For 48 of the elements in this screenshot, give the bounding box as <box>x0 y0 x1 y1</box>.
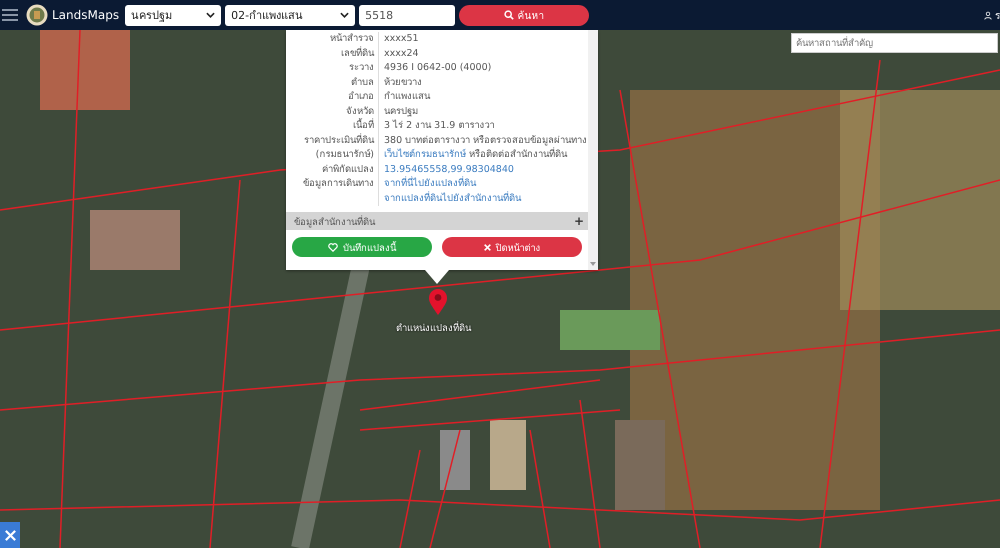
field-value: หรือติดต่อสำนักงานที่ดิน <box>469 148 567 162</box>
field-value: 380 บาทต่อตารางวา หรือตรวจสอบข้อมูลผ่านทาง <box>384 134 588 147</box>
field-label: หน้าสำรวจ <box>286 32 379 46</box>
scroll-down-arrow-icon <box>590 262 596 266</box>
land-office-section-header[interactable]: ข้อมูลสำนักงานที่ดิน + <box>286 212 588 230</box>
close-icon <box>484 244 490 250</box>
place-search-field[interactable]: ค้นหาสถานที่สำคัญ <box>791 33 998 53</box>
seal-logo-icon <box>26 4 48 26</box>
info-link[interactable]: จากแปลงที่ดินไปยังสำนักงานที่ดิน <box>384 192 521 206</box>
field-label: จังหวัด <box>286 104 379 119</box>
chevron-icon <box>206 12 216 18</box>
field-label: เลขที่ดิน <box>286 46 379 61</box>
field-label: ราคาประเมินที่ดิน <box>286 134 379 148</box>
close-window-button[interactable]: ปิดหน้าต่าง <box>442 237 582 257</box>
heart-icon <box>328 242 338 252</box>
user-menu[interactable]: ร <box>984 8 1000 22</box>
field-label: ค่าพิกัดแปลง <box>286 162 379 177</box>
field-label: (กรมธนารักษ์) <box>286 148 379 162</box>
menu-icon[interactable] <box>2 8 18 22</box>
field-label: เนื้อที่ <box>286 119 379 134</box>
user-icon <box>984 10 992 20</box>
marker-label: ตำแหน่งแปลงที่ดิน <box>396 320 471 335</box>
search-button[interactable]: ค้นหา <box>459 4 590 26</box>
scrollbar[interactable] <box>588 30 598 270</box>
info-link[interactable]: 13.95465558,99.98304840 <box>384 162 514 177</box>
province-select[interactable]: นครปฐม <box>125 4 222 26</box>
section-title: ข้อมูลสำนักงานที่ดิน <box>294 214 375 228</box>
info-link[interactable]: จากที่นี่ไปยังแปลงที่ดิน <box>384 177 476 192</box>
field-value: xxxx24 <box>384 46 419 60</box>
chevron-icon <box>340 12 350 18</box>
expand-toggle[interactable]: + <box>574 214 584 228</box>
info-link[interactable]: เว็บไซต์กรมธนารักษ์ <box>384 148 466 162</box>
field-value: ห้วยขวาง <box>384 76 422 90</box>
field-label: ข้อมูลการเดินทาง <box>286 177 379 192</box>
field-label: ระวาง <box>286 61 379 76</box>
brand-name: LandsMaps <box>52 8 120 22</box>
field-label: อำเภอ <box>286 90 379 104</box>
save-parcel-button[interactable]: บันทึกแปลงนี้ <box>292 237 432 257</box>
field-value: นครปฐม <box>384 104 418 118</box>
field-value: 3 ไร่ 2 งาน 31.9 ตารางวา <box>384 119 494 133</box>
tools-button[interactable] <box>0 522 20 548</box>
field-value: 4936 I 0642-00 (4000) <box>384 61 492 75</box>
field-label: ตำบล <box>286 76 379 90</box>
field-value: กำแพงแสน <box>384 90 430 104</box>
parcel-number-field[interactable]: 5518 <box>359 4 456 26</box>
district-select[interactable]: 02-กำแพงแสน <box>225 4 356 26</box>
search-icon <box>504 10 514 20</box>
field-value: xxxx51 <box>384 32 419 46</box>
